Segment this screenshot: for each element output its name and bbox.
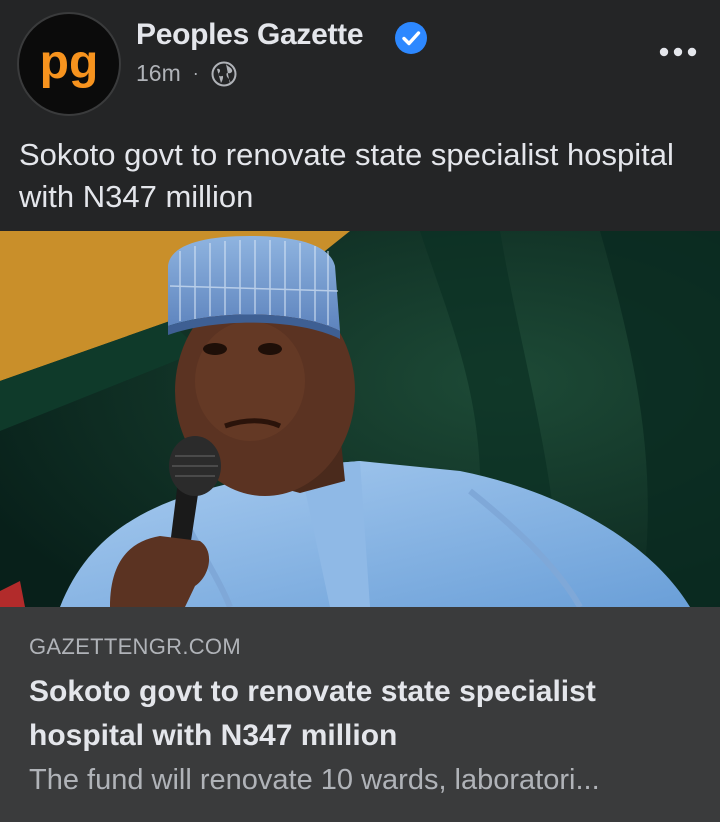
page-name[interactable]: Peoples Gazette bbox=[136, 18, 364, 52]
more-options-icon[interactable] bbox=[656, 40, 700, 64]
governor-photo bbox=[0, 231, 720, 607]
verified-badge-icon bbox=[395, 22, 427, 54]
post-header: pg Peoples Gazette 16m · bbox=[0, 0, 720, 120]
peoples-gazette-logo: pg bbox=[40, 36, 99, 89]
link-domain: GAZETTENGR.COM bbox=[29, 634, 241, 659]
globe-icon bbox=[211, 61, 237, 86]
post-timestamp[interactable]: 16m bbox=[136, 60, 181, 87]
link-title[interactable]: Sokoto govt to renovate state specialist… bbox=[29, 670, 689, 758]
post-meta: 16m · bbox=[136, 60, 237, 87]
link-description: The fund will renovate 10 wards, laborat… bbox=[29, 764, 600, 796]
post-text: Sokoto govt to renovate state specialist… bbox=[19, 137, 674, 214]
post-photo[interactable] bbox=[0, 231, 720, 607]
svg-text:pg: pg bbox=[40, 36, 99, 89]
page-avatar[interactable]: pg bbox=[17, 12, 121, 116]
meta-separator: · bbox=[192, 63, 199, 83]
